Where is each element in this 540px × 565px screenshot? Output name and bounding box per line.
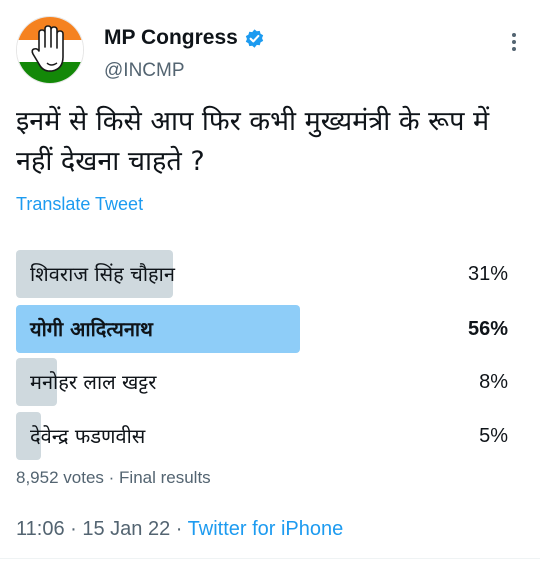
tweet-card: MP Congress @INCMP इनमें से किसे आप फिर … — [0, 0, 540, 565]
poll-option-percent: 31% — [467, 263, 508, 285]
separator-dot: · — [70, 518, 83, 540]
poll-option-label: देवेन्द्र फडणवीस — [30, 424, 146, 448]
poll-option-label: शिवराज सिंह चौहान — [30, 262, 175, 286]
poll-option-label: योगी आदित्यनाथ — [30, 317, 153, 341]
poll-option: योगी आदित्यनाथ 56% — [16, 305, 524, 353]
author-handle[interactable]: @INCMP — [104, 60, 185, 82]
poll-option-percent: 56% — [467, 318, 508, 340]
divider — [0, 558, 540, 559]
author-name-text: MP Congress — [104, 26, 238, 49]
author-name[interactable]: MP Congress — [104, 26, 265, 50]
tweet-text: इनमें से किसे आप फिर कभी मुख्यमंत्री के … — [16, 106, 490, 177]
poll-meta: 8,952 votes · Final results — [16, 468, 211, 488]
separator-dot: · — [175, 518, 188, 540]
poll-option-percent: 8% — [479, 371, 508, 393]
tweet-time[interactable]: 11:06 — [16, 518, 65, 540]
tweet-date[interactable]: 15 Jan 22 — [82, 518, 170, 540]
congress-hand-logo — [17, 17, 83, 83]
poll-option-label: मनोहर लाल खट्टर — [30, 370, 157, 394]
translate-tweet-link[interactable]: Translate Tweet — [16, 194, 143, 215]
timestamp-row: 11:06 · 15 Jan 22 · Twitter for iPhone — [16, 518, 343, 541]
poll-option: मनोहर लाल खट्टर 8% — [16, 358, 524, 406]
poll-status: Final results — [119, 468, 211, 487]
more-options-icon[interactable] — [500, 28, 528, 56]
separator-dot: · — [108, 468, 120, 487]
vote-count: 8,952 votes — [16, 468, 104, 487]
avatar[interactable] — [16, 16, 84, 84]
verified-badge-icon — [245, 28, 263, 48]
poll-option: देवेन्द्र फडणवीस 5% — [16, 412, 524, 460]
tweet-source-link[interactable]: Twitter for iPhone — [188, 518, 344, 540]
poll-option: शिवराज सिंह चौहान 31% — [16, 250, 524, 298]
poll-option-percent: 5% — [479, 425, 508, 447]
